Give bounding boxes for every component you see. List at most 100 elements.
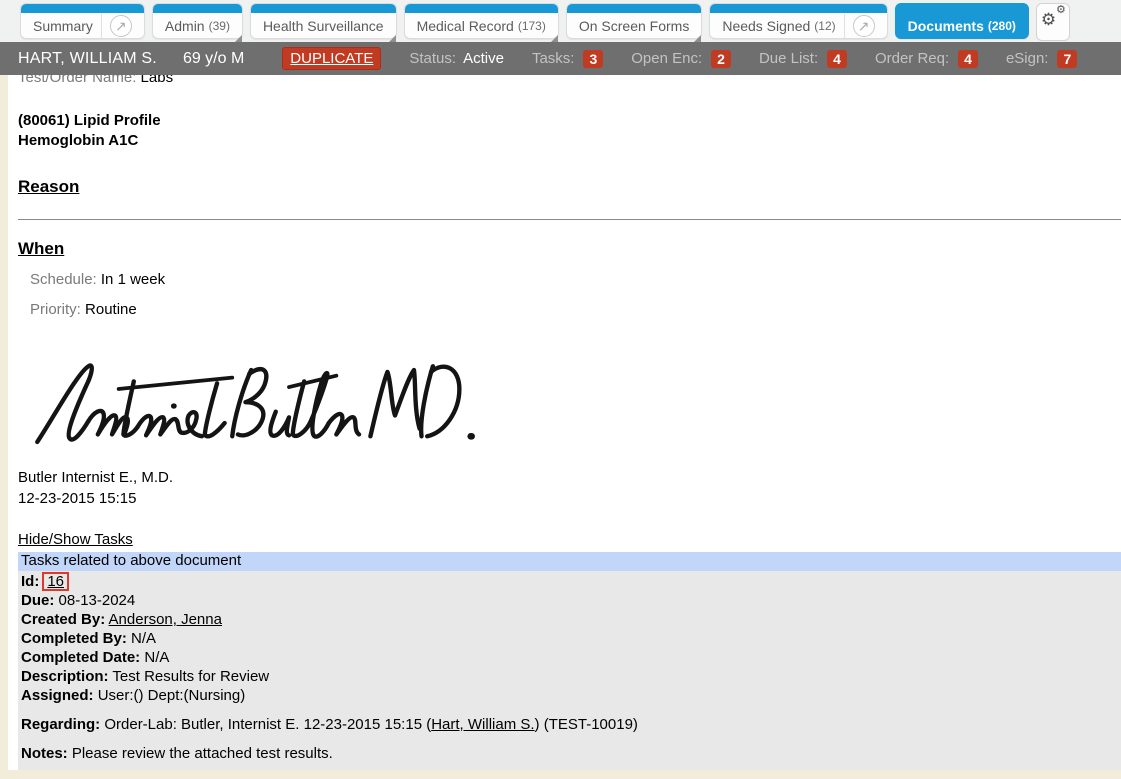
task-description-value: Test Results for Review	[112, 668, 269, 685]
tab-accent-bar	[153, 4, 242, 13]
dropdown-fold-icon[interactable]	[551, 35, 558, 42]
tab-on-screen-forms[interactable]: On Screen Forms	[566, 3, 702, 39]
priority-value: Routine	[85, 301, 137, 318]
order-item: Hemoglobin A1C	[18, 131, 1121, 151]
task-regarding-label: Regarding:	[21, 716, 100, 733]
task-assigned-value: User:() Dept:(Nursing)	[98, 687, 246, 704]
tab-bar: Summary ↗ Admin (39) Health Surveillance…	[0, 0, 1121, 42]
task-created-by-label: Created By:	[21, 611, 105, 628]
task-regarding-suffix: ) (TEST-10019)	[535, 716, 638, 733]
tab-accent-bar	[21, 4, 144, 13]
tab-label: Summary	[33, 18, 93, 34]
task-completed-date-value: N/A	[144, 649, 169, 666]
tab-accent-bar	[710, 4, 886, 13]
popout-icon[interactable]: ↗	[853, 15, 875, 37]
tab-label: Documents	[908, 18, 984, 34]
tab-count: (12)	[814, 19, 835, 33]
task-created-by-line: Created By: Anderson, Jenna	[21, 610, 1121, 629]
schedule-value: In 1 week	[101, 271, 165, 288]
patient-demographics: 69 y/o M	[183, 50, 244, 68]
tasks-count-badge[interactable]: 3	[583, 50, 603, 68]
gears-icon: ⚙⚙	[1042, 11, 1064, 33]
status-value: Active	[463, 50, 504, 67]
tab-accent-bar	[567, 4, 701, 13]
task-completed-by-label: Completed By:	[21, 630, 127, 647]
task-assigned-line: Assigned: User:() Dept:(Nursing)	[21, 686, 1121, 705]
tab-count: (173)	[518, 19, 546, 33]
duplicate-badge[interactable]: DUPLICATE	[282, 47, 381, 70]
tasks-header-row: Tasks related to above document	[18, 552, 1121, 571]
task-notes-line: Notes: Please review the attached test r…	[21, 744, 1121, 763]
tab-count: (39)	[209, 19, 230, 33]
tab-count: (280)	[988, 19, 1016, 33]
task-completed-date-line: Completed Date: N/A	[21, 648, 1121, 667]
task-id-line: Id: 16	[21, 572, 1121, 591]
task-created-by-link[interactable]: Anderson, Jenna	[109, 611, 222, 628]
task-id-highlight-box: 16	[42, 572, 69, 591]
tab-medical-record[interactable]: Medical Record (173)	[404, 3, 559, 39]
tab-documents[interactable]: Documents (280)	[895, 3, 1029, 39]
order-req-count-badge[interactable]: 4	[958, 50, 978, 68]
order-item: (80061) Lipid Profile	[18, 111, 1121, 131]
order-name-line: Test/Order Name: Labs	[18, 75, 1121, 88]
patient-name: HART, WILLIAM S.	[18, 50, 157, 68]
tab-health-surveillance[interactable]: Health Surveillance	[250, 3, 397, 39]
order-name-value: Labs	[141, 75, 174, 86]
order-name-label: Test/Order Name:	[18, 75, 136, 86]
task-notes-label: Notes:	[21, 745, 68, 762]
task-completed-date-label: Completed Date:	[21, 649, 140, 666]
section-divider	[18, 219, 1121, 220]
hide-show-tasks-link[interactable]: Hide/Show Tasks	[18, 531, 133, 549]
signature-image	[20, 353, 488, 459]
signed-datetime: 12-23-2015 15:15	[18, 488, 1121, 509]
signer-name: Butler Internist E., M.D.	[18, 467, 1121, 488]
patient-banner: HART, WILLIAM S. 69 y/o M DUPLICATE Stat…	[0, 42, 1121, 75]
tab-label: Needs Signed	[722, 18, 810, 34]
task-completed-by-line: Completed By: N/A	[21, 629, 1121, 648]
priority-line: Priority: Routine	[30, 300, 1121, 319]
tab-divider	[844, 14, 845, 38]
tab-label: On Screen Forms	[579, 18, 689, 34]
task-due-line: Due: 08-13-2024	[21, 591, 1121, 610]
task-due-label: Due:	[21, 592, 54, 609]
due-list-count-badge[interactable]: 4	[827, 50, 847, 68]
open-enc-label: Open Enc:	[631, 50, 702, 67]
task-due-value: 08-13-2024	[59, 592, 136, 609]
status-label: Status:	[409, 50, 456, 67]
dropdown-fold-icon[interactable]	[389, 35, 396, 42]
reason-heading: Reason	[18, 177, 1121, 197]
popout-icon[interactable]: ↗	[110, 15, 132, 37]
schedule-line: Schedule: In 1 week	[30, 270, 1121, 289]
esign-label: eSign:	[1006, 50, 1049, 67]
tab-divider	[101, 14, 102, 38]
task-description-label: Description:	[21, 668, 109, 685]
tab-summary[interactable]: Summary ↗	[20, 3, 145, 39]
task-assigned-label: Assigned:	[21, 687, 94, 704]
schedule-label: Schedule:	[30, 271, 97, 288]
tab-label: Medical Record	[417, 18, 514, 34]
dropdown-fold-icon[interactable]	[235, 35, 242, 42]
open-enc-count-badge[interactable]: 2	[711, 50, 731, 68]
task-regarding-line: Regarding: Order-Lab: Butler, Internist …	[21, 715, 1121, 734]
document-panel: Test/Order Name: Labs (80061) Lipid Prof…	[8, 75, 1121, 770]
task-id-label: Id:	[21, 573, 39, 590]
esign-count-badge[interactable]: 7	[1057, 50, 1077, 68]
dropdown-fold-icon[interactable]	[694, 35, 701, 42]
tab-needs-signed[interactable]: Needs Signed (12) ↗	[709, 3, 887, 39]
tab-label: Health Surveillance	[263, 18, 384, 34]
tab-label: Admin	[165, 18, 205, 34]
task-regarding-patient-link[interactable]: Hart, William S.	[431, 716, 534, 733]
tasks-panel: Id: 16 Due: 08-13-2024 Created By: Anders…	[18, 571, 1121, 770]
settings-button[interactable]: ⚙⚙	[1036, 3, 1070, 41]
content-frame: Test/Order Name: Labs (80061) Lipid Prof…	[0, 75, 1121, 779]
task-notes-value: Please review the attached test results.	[72, 745, 333, 762]
task-description-line: Description: Test Results for Review	[21, 667, 1121, 686]
priority-label: Priority:	[30, 301, 81, 318]
tab-admin[interactable]: Admin (39)	[152, 3, 243, 39]
tab-accent-bar	[405, 4, 558, 13]
tab-accent-bar	[251, 4, 396, 13]
when-heading: When	[18, 239, 1121, 259]
task-completed-by-value: N/A	[131, 630, 156, 647]
due-list-label: Due List:	[759, 50, 818, 67]
task-id-link[interactable]: 16	[47, 573, 64, 590]
